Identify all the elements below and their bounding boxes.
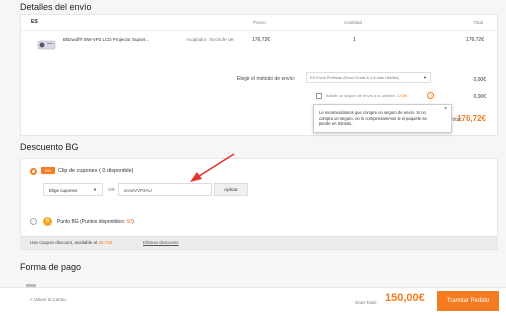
- red-arrow-annotation: [190, 153, 235, 182]
- grand-total-value: 150,00€: [385, 292, 425, 304]
- checkout-button[interactable]: Tramitar Pedido: [437, 291, 499, 311]
- insurance-amount: 3,53€: [396, 93, 407, 98]
- notice-amount: 26,72€: [98, 240, 113, 245]
- grand-total-label: Gran Total:: [355, 300, 377, 305]
- shipping-method-cost: 0,00€: [473, 77, 486, 83]
- bg-points-radio[interactable]: [30, 218, 37, 225]
- insurance-checkbox[interactable]: [316, 93, 322, 99]
- coupon-icon: BG: [41, 167, 55, 174]
- shipping-method-value: ES Envío Preferido (Envío Gratis & 3-5 d…: [310, 76, 399, 80]
- shipping-section-title: Detalles del envío: [20, 2, 92, 12]
- insurance-tooltip: Le recomendamos que compre un seguro de …: [313, 104, 452, 133]
- product-total: 176,72€: [465, 37, 484, 43]
- price-header: Precio: [253, 20, 266, 25]
- product-variant: Acoplador : Enchufe UK: [186, 37, 235, 42]
- close-icon[interactable]: ×: [444, 106, 447, 113]
- bg-points-icon: B: [43, 217, 52, 226]
- store-label: ES: [31, 19, 38, 25]
- product-name[interactable]: Blitzwolf® BW-VP2 LCD Projector Suport..…: [63, 37, 149, 42]
- projector-icon: [37, 40, 56, 50]
- tooltip-text: Le recomendamos que compre un seguro de …: [319, 110, 427, 126]
- chevron-down-icon: ▼: [423, 75, 427, 80]
- coupon-label: Clip de cupones ( 0 disponible): [58, 168, 134, 174]
- coupon-select-value: Elige cupones: [49, 188, 78, 193]
- total-header: Total: [473, 20, 483, 25]
- shipping-method-select[interactable]: ES Envío Preferido (Envío Gratis & 3-5 d…: [306, 72, 431, 83]
- discount-notice: Use coupon discount, available at 26,72€: [30, 240, 112, 245]
- coupon-radio[interactable]: [30, 168, 37, 175]
- product-price: 176,72€: [252, 37, 271, 43]
- qty-header: Cantidad: [344, 20, 363, 25]
- insurance-text: Añadir un seguro de envío a su pedido:: [326, 93, 396, 98]
- info-icon[interactable]: ?: [427, 92, 434, 99]
- bg-points-label: Punto BG (Puntos disponibles: 60): [57, 219, 134, 225]
- checkout-footer: [0, 287, 506, 316]
- remove-discount-link[interactable]: Eliminar descuento: [143, 240, 179, 245]
- header-divider: [21, 30, 497, 31]
- or-separator: OR: [108, 187, 115, 192]
- product-qty: 1: [353, 37, 356, 43]
- insurance-cost: 0,00€: [473, 94, 486, 100]
- shipping-total-value: 176,72€: [457, 114, 486, 123]
- insurance-label: Añadir un seguro de envío a su pedido: 3…: [326, 93, 407, 98]
- bg-points-text: Punto BG (Puntos disponibles:: [57, 219, 127, 225]
- notice-prefix: Use coupon discount, available at: [30, 240, 99, 245]
- chevron-down-icon: ▼: [93, 187, 97, 192]
- discount-section-title: Descuento BG: [20, 142, 79, 152]
- coupon-select[interactable]: Elige cupones ▼: [43, 183, 103, 196]
- back-to-cart-link[interactable]: < Volver al Carrito: [30, 297, 66, 302]
- payment-section-title: Forma de pago: [20, 262, 82, 272]
- bg-points-close: ): [132, 219, 134, 225]
- shipping-method-label: Elegir el método de envío:: [237, 76, 296, 82]
